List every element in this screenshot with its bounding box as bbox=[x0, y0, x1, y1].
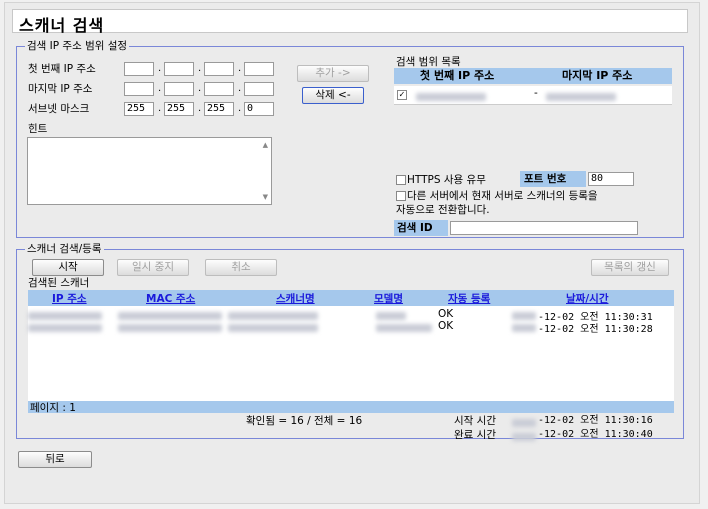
https-checkbox[interactable] bbox=[396, 175, 406, 185]
https-label: HTTPS 사용 유무 bbox=[407, 174, 486, 186]
blurred-ip bbox=[28, 322, 102, 334]
dot: . bbox=[158, 63, 162, 74]
found-scanners-label: 검색된 스캐너 bbox=[28, 277, 90, 289]
delete-range-button[interactable]: 삭제 <- bbox=[302, 87, 364, 104]
last-ip-octet-3[interactable] bbox=[204, 82, 234, 96]
end-time-value: -12-02 오전 11:30:40 bbox=[538, 429, 653, 440]
subnet-octet-4[interactable]: 0 bbox=[244, 102, 274, 116]
range-settings-legend: 검색 IP 주소 범위 설정 bbox=[25, 39, 130, 53]
blurred-year bbox=[512, 322, 536, 334]
confirmed-count: 확인됨 = 16 / 전체 = 16 bbox=[246, 415, 363, 427]
pagination-bar: 페이지 : 1 bbox=[28, 401, 674, 414]
scan-legend: 스캐너 검색/등록 bbox=[25, 242, 104, 256]
last-ip-octet-2[interactable] bbox=[164, 82, 194, 96]
blurred-year bbox=[512, 417, 536, 429]
scroll-up-icon[interactable]: ▲ bbox=[263, 141, 268, 149]
range-list-label: 검색 범위 목록 bbox=[396, 56, 461, 68]
last-ip-octet-4[interactable] bbox=[244, 82, 274, 96]
transfer-checkbox[interactable] bbox=[396, 191, 406, 201]
col-ip[interactable]: IP 주소 bbox=[52, 291, 87, 306]
port-input[interactable]: 80 bbox=[588, 172, 634, 186]
row-datetime: -12-02 오전 11:30:28 bbox=[538, 324, 653, 335]
table-row[interactable]: OK -12-02 오전 11:30:31 bbox=[28, 308, 674, 323]
dot: . bbox=[238, 103, 242, 114]
first-ip-octet-3[interactable] bbox=[204, 62, 234, 76]
first-ip-label: 첫 번째 IP 주소 bbox=[28, 63, 96, 75]
refresh-list-button[interactable]: 목록의 갱신 bbox=[591, 259, 669, 276]
range-col-first: 첫 번째 IP 주소 bbox=[420, 69, 495, 82]
range-list-header: 첫 번째 IP 주소 마지막 IP 주소 bbox=[394, 68, 672, 84]
range-list-row[interactable]: ✓ - bbox=[394, 86, 672, 105]
last-ip-label: 마지막 IP 주소 bbox=[28, 83, 93, 95]
blurred-model bbox=[376, 322, 432, 334]
blurred-mac bbox=[118, 322, 222, 334]
transfer-label-line1: 다른 서버에서 현재 서버로 스캐너의 등록을 bbox=[407, 190, 598, 202]
page-title: 스캐너 검색 bbox=[19, 16, 105, 35]
row-auto: OK bbox=[438, 308, 454, 320]
port-label: 포트 번호 bbox=[520, 171, 586, 187]
hint-label: 힌트 bbox=[28, 123, 48, 135]
dot: . bbox=[158, 103, 162, 114]
col-datetime[interactable]: 날짜/시간 bbox=[566, 291, 608, 306]
first-ip-octet-1[interactable] bbox=[124, 62, 154, 76]
back-button[interactable]: 뒤로 bbox=[18, 451, 92, 468]
col-model[interactable]: 모델명 bbox=[374, 291, 403, 306]
table-row[interactable]: OK -12-02 오전 11:30:28 bbox=[28, 320, 674, 335]
dot: . bbox=[238, 83, 242, 94]
blurred-year bbox=[512, 431, 536, 443]
add-range-button[interactable]: 추가 -> bbox=[297, 65, 369, 82]
search-id-input[interactable] bbox=[450, 221, 638, 235]
scroll-down-icon[interactable]: ▼ bbox=[263, 193, 268, 201]
start-time-value: -12-02 오전 11:30:16 bbox=[538, 415, 653, 426]
start-time-label: 시작 시간 bbox=[454, 415, 496, 427]
hint-textarea[interactable]: ▲ ▼ bbox=[27, 137, 272, 205]
search-id-label: 검색 ID bbox=[394, 220, 448, 236]
row-auto: OK bbox=[438, 320, 454, 332]
pause-button[interactable]: 일시 중지 bbox=[117, 259, 189, 276]
range-row-separator: - bbox=[534, 87, 538, 99]
range-col-last: 마지막 IP 주소 bbox=[562, 69, 633, 82]
dot: . bbox=[158, 83, 162, 94]
subnet-octet-1[interactable]: 255 bbox=[124, 102, 154, 116]
cancel-button[interactable]: 취소 bbox=[205, 259, 277, 276]
subnet-label: 서브넷 마스크 bbox=[28, 103, 90, 115]
last-ip-octet-1[interactable] bbox=[124, 82, 154, 96]
first-ip-octet-4[interactable] bbox=[244, 62, 274, 76]
dot: . bbox=[238, 63, 242, 74]
blurred-first-ip bbox=[416, 91, 486, 103]
dot: . bbox=[198, 103, 202, 114]
subnet-octet-2[interactable]: 255 bbox=[164, 102, 194, 116]
col-auto-register[interactable]: 자동 등록 bbox=[448, 291, 490, 306]
first-ip-octet-2[interactable] bbox=[164, 62, 194, 76]
scanner-table-header: IP 주소 MAC 주소 스캐너명 모델명 자동 등록 날짜/시간 bbox=[28, 290, 674, 306]
end-time-label: 완료 시간 bbox=[454, 429, 496, 441]
col-mac[interactable]: MAC 주소 bbox=[146, 291, 195, 306]
dot: . bbox=[198, 83, 202, 94]
col-scanner-name[interactable]: 스캐너명 bbox=[276, 291, 315, 306]
range-row-checkbox[interactable]: ✓ bbox=[397, 90, 407, 100]
blurred-scanner bbox=[228, 322, 318, 334]
scanner-table-body: OK -12-02 오전 11:30:31 OK -12-02 오전 11:30… bbox=[28, 306, 674, 404]
blurred-last-ip bbox=[546, 91, 616, 103]
dot: . bbox=[198, 63, 202, 74]
start-button[interactable]: 시작 bbox=[32, 259, 104, 276]
title-bar: 스캐너 검색 bbox=[12, 9, 688, 35]
page-label: 페이지 : 1 bbox=[30, 402, 76, 414]
subnet-octet-3[interactable]: 255 bbox=[204, 102, 234, 116]
transfer-label-line2: 자동으로 전환합니다. bbox=[396, 204, 490, 216]
